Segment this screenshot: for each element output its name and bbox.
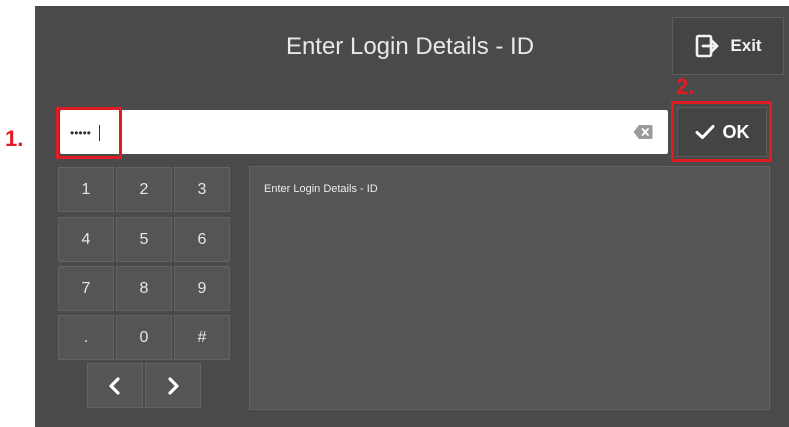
keypad-key-5[interactable]: 5 (116, 217, 172, 262)
keypad-key-hash[interactable]: # (174, 315, 230, 360)
keypad-key-8[interactable]: 8 (116, 266, 172, 311)
backspace-clear-icon[interactable] (633, 124, 653, 140)
step-2-label: 2. (676, 74, 695, 99)
info-panel: Enter Login Details - ID (249, 166, 770, 410)
chevron-right-icon (168, 376, 179, 395)
keypad-key-9[interactable]: 9 (174, 266, 230, 311)
keypad-key-dot[interactable]: . (58, 315, 114, 360)
keypad-key-2[interactable]: 2 (116, 167, 172, 212)
chevron-left-icon (109, 376, 120, 395)
page-title: Enter Login Details - ID (285, 33, 535, 60)
exit-button[interactable]: Exit (672, 17, 784, 75)
keypad-key-3[interactable]: 3 (174, 167, 230, 212)
exit-icon (696, 34, 719, 58)
keypad-key-0[interactable]: 0 (116, 315, 172, 360)
login-id-input[interactable] (68, 110, 622, 156)
info-panel-text: Enter Login Details - ID (264, 183, 378, 195)
exit-label: Exit (730, 36, 762, 55)
login-id-field[interactable] (60, 110, 668, 156)
keypad-key-4[interactable]: 4 (58, 217, 114, 262)
highlight-ok-box (671, 101, 772, 162)
step-1-label: 1. (5, 126, 24, 151)
highlight-input-box (56, 107, 122, 159)
keypad-key-6[interactable]: 6 (174, 217, 230, 262)
cursor-right-button[interactable] (145, 363, 201, 408)
keypad-key-7[interactable]: 7 (58, 266, 114, 311)
cursor-left-button[interactable] (87, 363, 143, 408)
keypad-key-1[interactable]: 1 (58, 167, 114, 212)
